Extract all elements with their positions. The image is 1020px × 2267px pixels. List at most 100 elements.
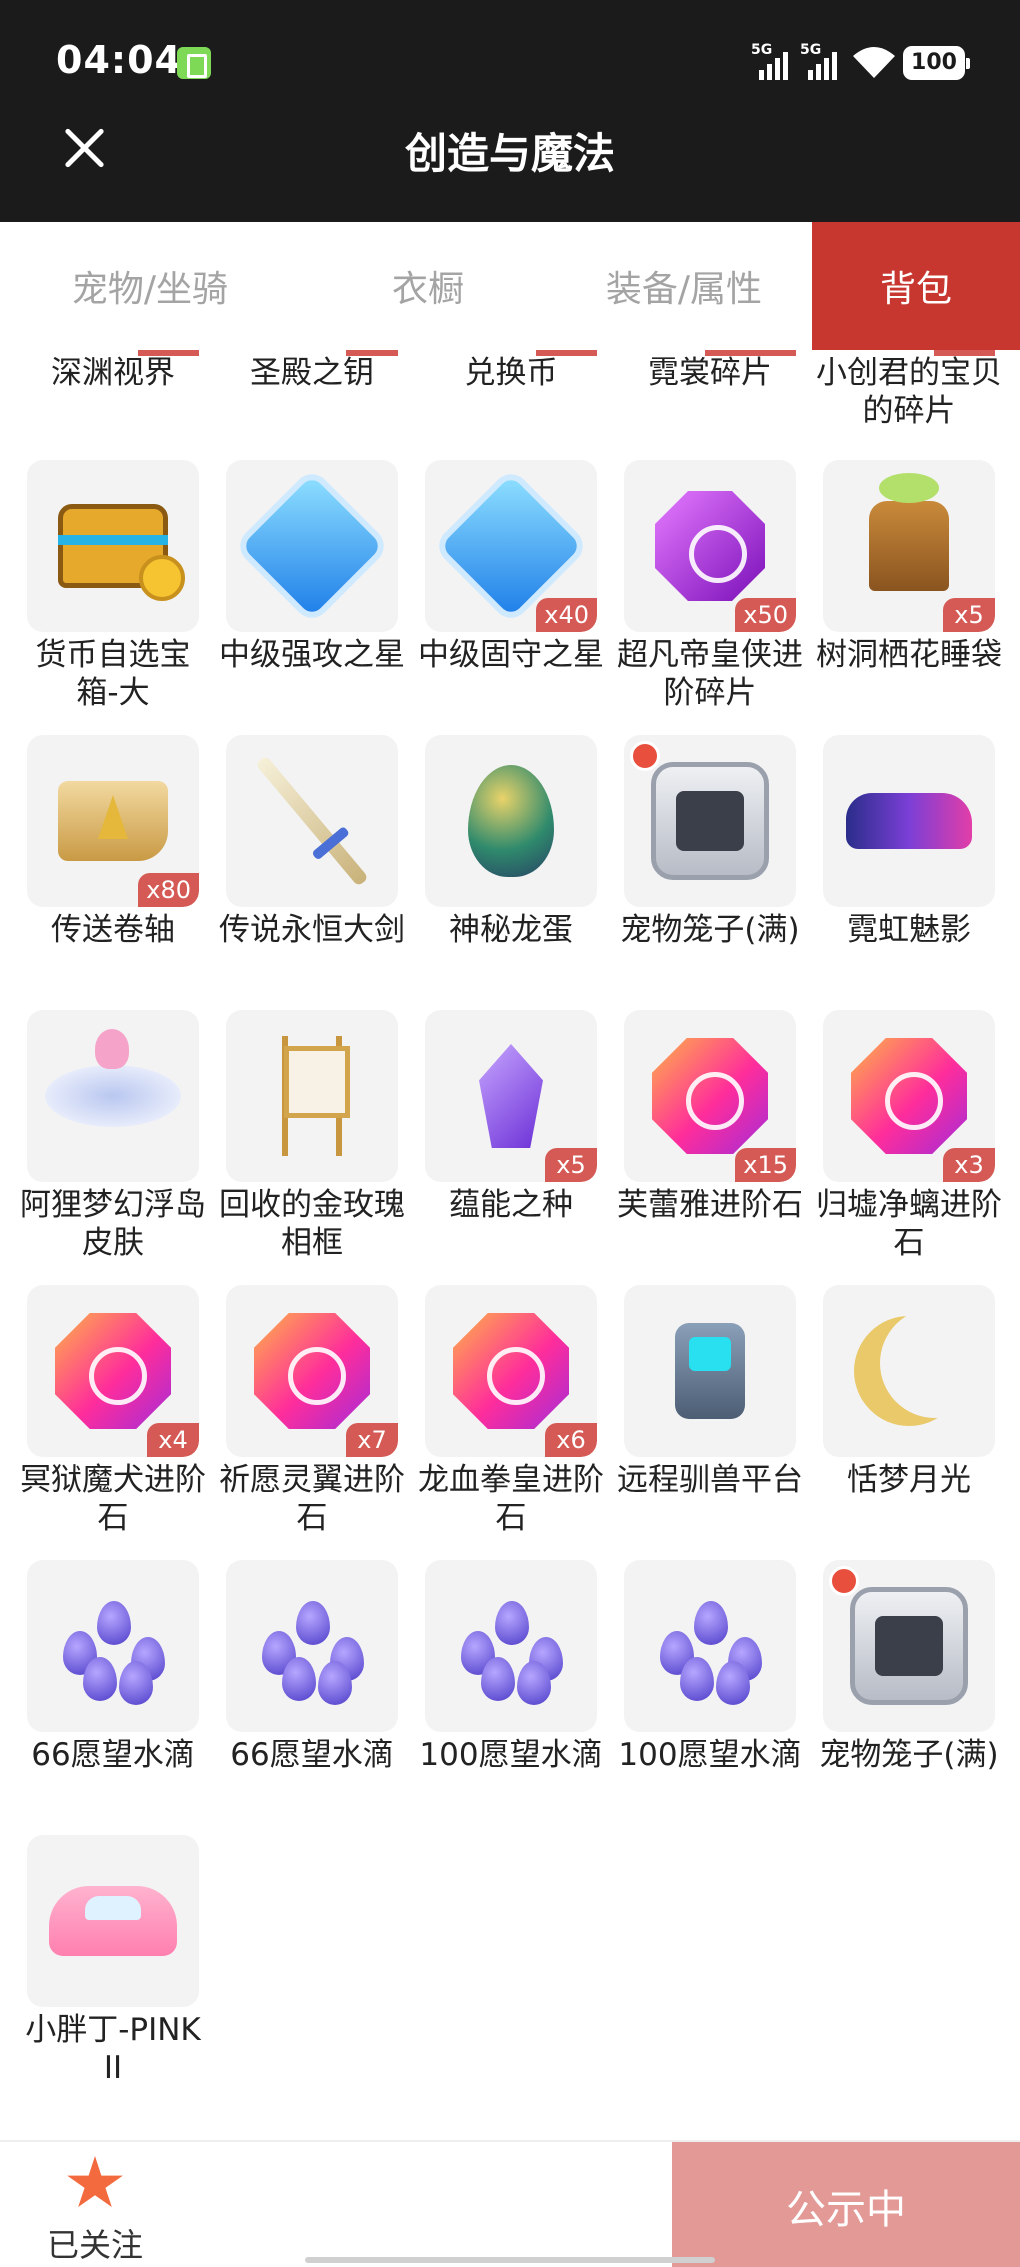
item-name: 传说永恒大剑 — [219, 912, 405, 948]
blue-gem-icon: x40 — [425, 460, 597, 632]
sword-icon — [226, 735, 398, 907]
item-name: 冥狱魔犬进阶石 — [20, 1462, 206, 1536]
tamer-device-icon — [624, 1285, 796, 1457]
item-art — [650, 1591, 770, 1705]
item-name: 66愿望水滴 — [230, 1737, 394, 1773]
item-count-badge: x80 — [138, 873, 199, 907]
item-name: 祈愿灵翼进阶石 — [219, 1462, 405, 1536]
item-name: 小创君的宝贝的碎片 — [816, 355, 1002, 429]
item-name: 小胖丁-PINK II — [25, 2012, 201, 2086]
dragon-egg-icon — [425, 735, 597, 907]
item-art — [851, 1038, 967, 1154]
item-name: 回收的金玫瑰相框 — [219, 1187, 405, 1261]
item-name: 龙血拳皇进阶石 — [418, 1462, 604, 1536]
pink-gem-icon: x3 — [823, 1010, 995, 1182]
paw-badge-icon — [829, 1566, 859, 1596]
signal-icon: 5G — [800, 42, 842, 80]
item-count-badge: x4 — [147, 1423, 199, 1457]
moon-bed-icon — [823, 1285, 995, 1457]
bottom-bar: 已关注 公示中 — [0, 2140, 1020, 2267]
item-art — [854, 1316, 964, 1426]
item-art — [468, 765, 554, 877]
treasure-chest-icon — [27, 460, 199, 632]
tab-bar: 宠物/坐骑 衣橱 装备/属性 背包 — [0, 222, 1020, 350]
item-count-badge: x6 — [545, 1423, 597, 1457]
item-art — [58, 781, 168, 861]
item-art — [451, 1591, 571, 1705]
item-art — [282, 1036, 350, 1156]
item-art — [255, 755, 369, 887]
tab-equipment[interactable]: 装备/属性 — [556, 222, 812, 350]
signal-icon: 5G — [751, 42, 793, 80]
item-name: 超凡帝皇侠进阶碎片 — [617, 637, 803, 711]
item-name: 神秘龙蛋 — [449, 912, 573, 948]
item-name: 100愿望水滴 — [618, 1737, 802, 1773]
tree-stump-icon: x5 — [823, 460, 995, 632]
item-name: 中级固守之星 — [418, 637, 604, 673]
wish-drops-icon — [624, 1560, 796, 1732]
neon-car-icon — [823, 735, 995, 907]
item-art — [241, 475, 383, 617]
public-notice-button[interactable]: 公示中 — [672, 2142, 1020, 2267]
purple-gem-icon: x50 — [624, 460, 796, 632]
item-name: 阿狸梦幻浮岛皮肤 — [20, 1187, 206, 1261]
clock: 04:04 — [56, 38, 182, 82]
wish-drops-icon — [226, 1560, 398, 1732]
pink-car-icon — [27, 1835, 199, 2007]
item-name: 货币自选宝箱-大 — [35, 637, 191, 711]
follow-button[interactable]: 已关注 — [0, 2142, 190, 2267]
wifi-icon — [853, 47, 895, 78]
pet-cage-icon — [823, 1560, 995, 1732]
item-art — [252, 1591, 372, 1705]
tab-backpack[interactable]: 背包 — [812, 222, 1020, 350]
item-name: 宠物笼子(满) — [819, 1737, 999, 1773]
item-art — [479, 1044, 543, 1148]
item-name: 100愿望水滴 — [419, 1737, 603, 1773]
pet-cage-icon — [624, 735, 796, 907]
item-art — [846, 793, 972, 849]
item-count-badge: x15 — [735, 1148, 796, 1182]
item-art — [675, 1323, 745, 1419]
pink-gem-icon: x15 — [624, 1010, 796, 1182]
item-count-badge: x40 — [536, 598, 597, 632]
inventory-grid[interactable]: x93深渊视界x3圣殿之钥x39兑换币x2459霓裳碎片x20小创君的宝贝的碎片… — [0, 350, 1020, 2102]
item-art — [45, 1029, 181, 1127]
item-art — [869, 473, 949, 591]
star-icon — [67, 2156, 123, 2207]
paw-badge-icon — [630, 741, 660, 771]
item-name: 深渊视界 — [51, 355, 175, 391]
item-art — [850, 1587, 968, 1705]
top-bar: 04:04 5G 5G 100 创造与魔法 — [0, 0, 1020, 222]
item-name: 66愿望水滴 — [31, 1737, 195, 1773]
item-art — [58, 504, 185, 601]
item-name: 远程驯兽平台 — [617, 1462, 803, 1498]
battery-icon: 100 — [903, 46, 970, 80]
item-name: 中级强攻之星 — [219, 637, 405, 673]
follow-label: 已关注 — [46, 2226, 143, 2264]
pink-gem-icon: x6 — [425, 1285, 597, 1457]
item-art — [55, 1313, 171, 1429]
battery-saver-icon — [177, 47, 211, 79]
item-name: 兑换币 — [464, 355, 558, 391]
item-name: 传送卷轴 — [51, 912, 175, 948]
item-name: 归墟净螭进阶石 — [816, 1187, 1002, 1261]
tab-pets-mounts[interactable]: 宠物/坐骑 — [0, 222, 300, 350]
item-count-badge: x7 — [346, 1423, 398, 1457]
item-name: 霓虹魅影 — [847, 912, 971, 948]
crystal-icon: x5 — [425, 1010, 597, 1182]
item-name: 蕴能之种 — [449, 1187, 573, 1223]
page-title: 创造与魔法 — [404, 129, 615, 178]
blue-gem-icon — [226, 460, 398, 632]
status-bar: 04:04 5G 5G 100 — [0, 0, 1020, 125]
item-name: 树洞栖花睡袋 — [816, 637, 1002, 673]
item-name: 霓裳碎片 — [648, 355, 772, 391]
easel-frame-icon — [226, 1010, 398, 1182]
item-art — [49, 1886, 177, 1956]
tab-wardrobe[interactable]: 衣橱 — [300, 222, 556, 350]
item-count-badge: x50 — [735, 598, 796, 632]
item-art — [254, 1313, 370, 1429]
item-count-badge: x5 — [943, 598, 995, 632]
item-name: 恬梦月光 — [847, 1462, 971, 1498]
wish-drops-icon — [425, 1560, 597, 1732]
item-art — [655, 491, 765, 601]
